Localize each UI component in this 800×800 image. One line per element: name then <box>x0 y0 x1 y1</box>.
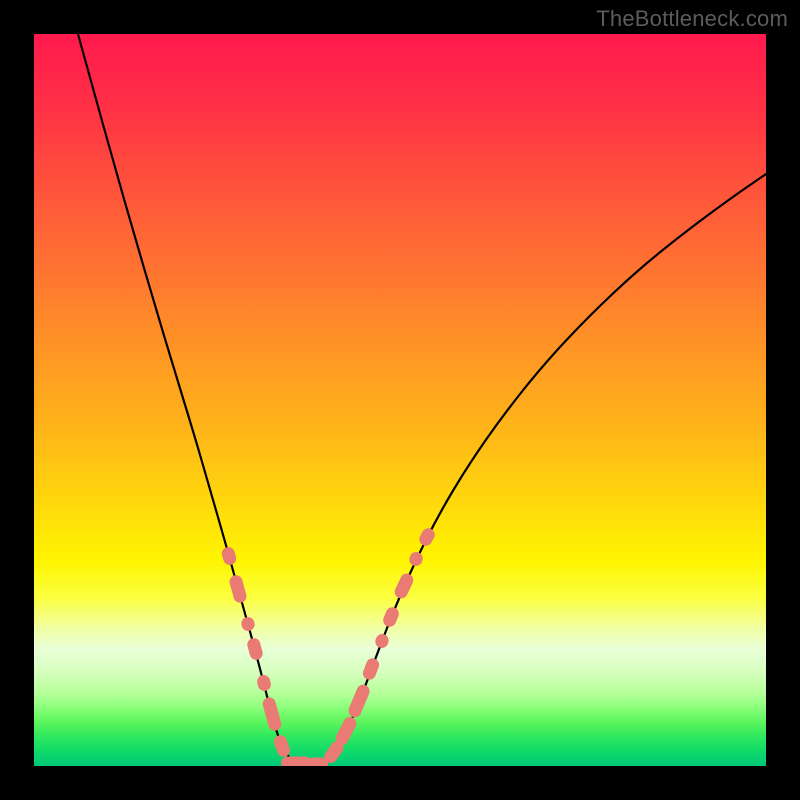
curve-marker <box>246 637 264 662</box>
curve-marker <box>346 683 371 719</box>
chart-frame: TheBottleneck.com <box>0 0 800 800</box>
curve-marker <box>256 674 273 693</box>
curve-marker <box>417 526 437 548</box>
curve-marker <box>333 715 358 748</box>
curve-marker <box>361 656 381 681</box>
curve-marker <box>220 546 237 567</box>
curve-marker <box>228 574 248 604</box>
curve-marker <box>373 632 390 650</box>
curve-marker <box>306 758 328 767</box>
curve-marker <box>393 571 416 600</box>
curve-marker <box>261 696 282 732</box>
marker-group <box>220 526 437 766</box>
curve-marker <box>240 616 256 633</box>
watermark-text: TheBottleneck.com <box>596 6 788 32</box>
curve-left-branch <box>78 34 304 765</box>
curve-right-branch <box>314 174 766 765</box>
curve-marker <box>407 550 425 568</box>
curve-marker <box>272 733 292 758</box>
bottleneck-curve-plot <box>34 34 766 766</box>
curve-marker <box>381 605 401 628</box>
